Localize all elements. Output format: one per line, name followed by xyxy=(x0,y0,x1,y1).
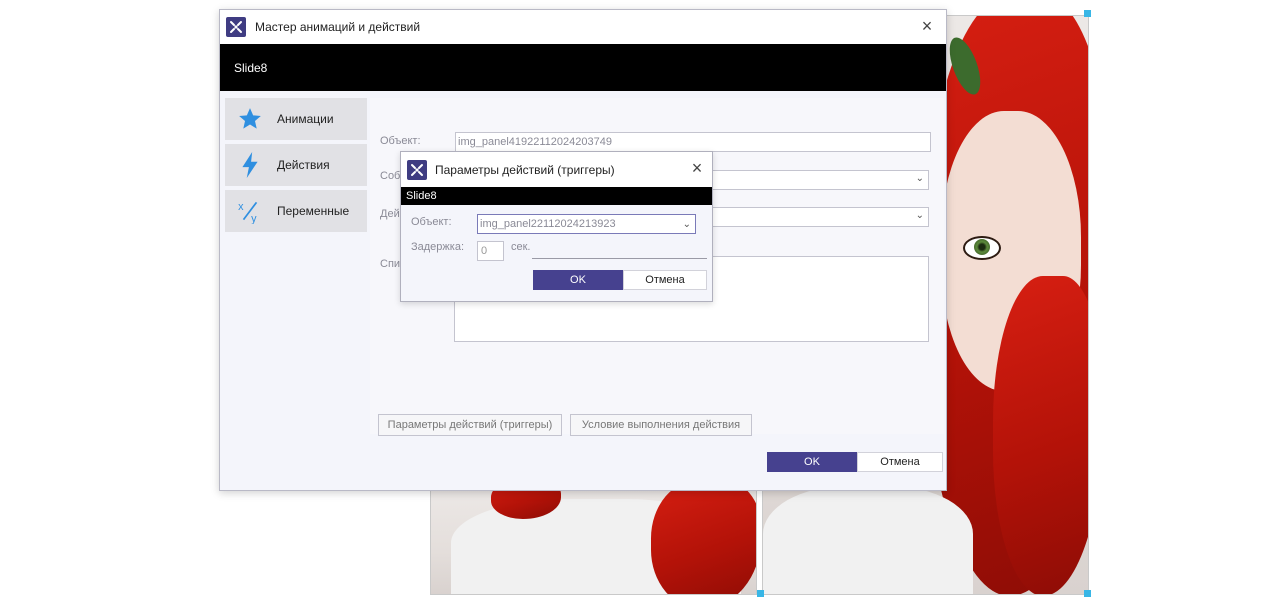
slide-name-bar: Slide8 xyxy=(401,187,712,205)
dialog-title: Параметры действий (триггеры) xyxy=(435,162,615,177)
object-select[interactable]: img_panel22112024213923 ⌄ xyxy=(477,214,696,234)
app-logo-icon xyxy=(226,17,246,37)
lightning-icon xyxy=(235,150,265,180)
trigger-params-button[interactable]: Параметры действий (триггеры) xyxy=(378,414,562,436)
sidebar-item-actions[interactable]: Действия xyxy=(225,144,367,186)
ok-button[interactable]: OK xyxy=(533,270,623,290)
sidebar-item-label: Анимации xyxy=(277,112,334,126)
slide-name: Slide8 xyxy=(234,60,268,75)
selection-handle[interactable] xyxy=(1084,10,1091,17)
cancel-button[interactable]: Отмена xyxy=(623,270,707,290)
delay-unit: сек. xyxy=(511,241,531,253)
sidebar-item-label: Действия xyxy=(277,158,330,172)
object-label: Объект: xyxy=(411,216,452,228)
variables-icon: x y xyxy=(235,196,265,226)
sidebar-item-label: Переменные xyxy=(277,204,350,218)
close-icon[interactable]: × xyxy=(688,159,706,178)
svg-text:x: x xyxy=(238,201,244,213)
trigger-params-dialog: Параметры действий (триггеры) × Slide8 О… xyxy=(400,151,713,302)
sidebar: Анимации Действия x y Переменные xyxy=(225,98,367,236)
condition-button[interactable]: Условие выполнения действия xyxy=(570,414,752,436)
slide-name: Slide8 xyxy=(406,190,437,202)
star-icon xyxy=(235,104,265,134)
slide-image-left[interactable] xyxy=(430,488,757,595)
close-icon[interactable]: × xyxy=(918,17,936,36)
sidebar-item-variables[interactable]: x y Переменные xyxy=(225,190,367,232)
app-logo-icon xyxy=(407,159,427,180)
sidebar-item-animations[interactable]: Анимации xyxy=(225,98,367,140)
ok-button[interactable]: OK xyxy=(767,452,857,472)
dialog-title: Мастер анимаций и действий xyxy=(255,20,421,34)
cancel-button[interactable]: Отмена xyxy=(857,452,943,472)
chevron-down-icon: ⌄ xyxy=(682,219,691,230)
slide-name-bar: Slide8 xyxy=(220,44,946,91)
delay-label: Задержка: xyxy=(411,241,465,253)
object-label: Объект: xyxy=(380,135,421,147)
svg-text:y: y xyxy=(251,213,257,224)
chevron-down-icon: ⌄ xyxy=(915,173,924,184)
object-select-value: img_panel22112024213923 xyxy=(480,218,616,230)
dialog-titlebar: Мастер анимаций и действий × xyxy=(220,10,946,44)
selection-handle[interactable] xyxy=(757,590,764,597)
object-input[interactable]: img_panel41922112024203749 xyxy=(455,132,931,152)
chevron-down-icon: ⌄ xyxy=(915,210,924,221)
delay-divider xyxy=(532,258,707,259)
dialog-titlebar: Параметры действий (триггеры) × xyxy=(401,152,712,187)
action-label: Дей xyxy=(380,208,400,220)
selection-handle[interactable] xyxy=(1084,590,1091,597)
delay-input[interactable]: 0 xyxy=(477,241,504,261)
